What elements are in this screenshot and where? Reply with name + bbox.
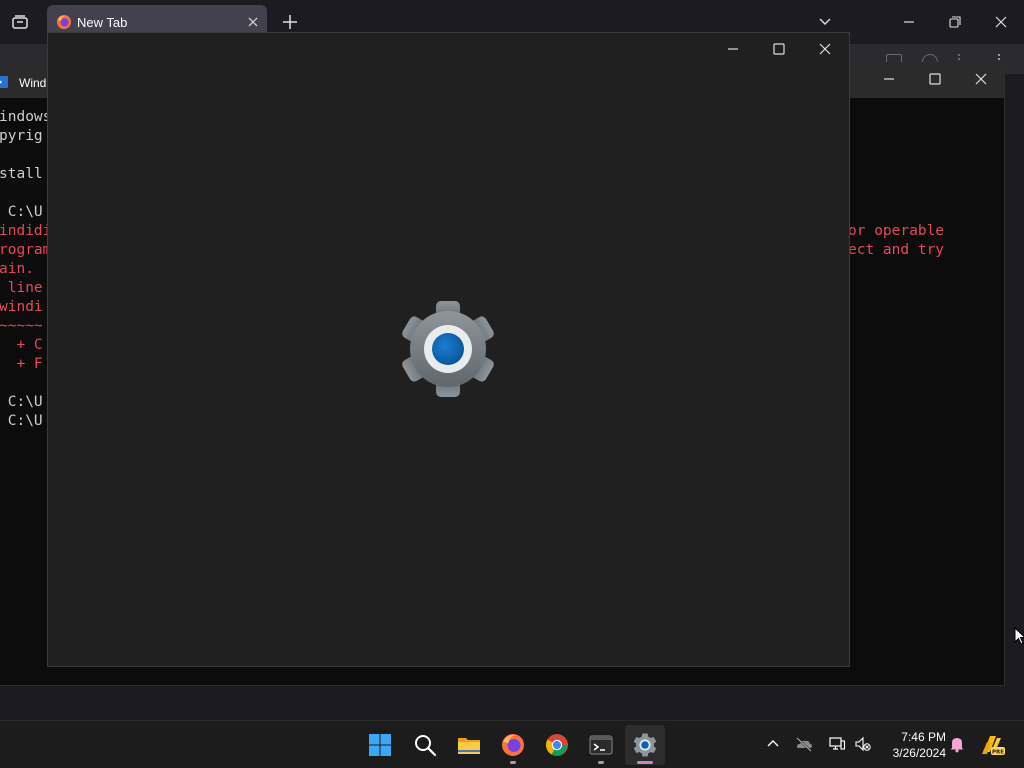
terminal-line: + C <box>0 337 43 353</box>
terminal-line-right: or operable <box>848 223 945 239</box>
taskbar: 7:46 PM 3/26/2024 PRE <box>0 720 1024 768</box>
minimize-icon <box>904 21 914 23</box>
terminal-line: C:\U <box>0 204 43 220</box>
terminal-line: stall <box>0 166 43 182</box>
settings-gear-icon <box>402 301 494 397</box>
tab-list-icon <box>12 15 28 29</box>
terminal-close-button[interactable] <box>958 62 1004 96</box>
settings-window <box>47 32 850 667</box>
network-icon[interactable] <box>828 735 846 753</box>
chrome-icon <box>546 734 568 756</box>
terminal-line: C:\U <box>0 394 43 410</box>
folder-icon <box>458 738 480 754</box>
close-tab-icon[interactable] <box>245 14 261 30</box>
terminal-line: C:\U <box>0 413 43 429</box>
clock-time: 7:46 PM <box>901 730 946 744</box>
browser-minimize-button[interactable] <box>886 0 932 44</box>
settings-button[interactable] <box>625 725 665 765</box>
volume-muted-icon[interactable] <box>854 735 872 753</box>
minimize-icon <box>728 48 738 50</box>
terminal-minimize-button[interactable] <box>866 62 912 96</box>
search-icon <box>415 735 437 757</box>
gear-icon <box>633 733 657 757</box>
terminal-maximize-button[interactable] <box>912 62 958 96</box>
maximize-icon <box>929 73 941 85</box>
restore-icon <box>949 16 961 28</box>
copilot-icon[interactable]: PRE <box>979 732 1005 758</box>
running-indicator <box>598 761 604 764</box>
terminal-line-right: ect and try <box>848 242 945 258</box>
new-tab-button[interactable] <box>280 12 300 32</box>
search-button[interactable] <box>405 725 445 765</box>
clock-date: 3/26/2024 <box>892 746 946 760</box>
terminal-icon <box>589 735 613 755</box>
terminal-line: windi <box>0 299 43 315</box>
bell-icon[interactable] <box>948 735 966 753</box>
close-icon <box>819 43 831 55</box>
terminal-line: indows <box>0 109 52 125</box>
tab-title: New Tab <box>77 15 128 30</box>
windows-logo-icon <box>369 734 391 756</box>
list-all-tabs-button[interactable] <box>8 10 32 34</box>
terminal-title: Wind <box>19 76 47 90</box>
terminal-line: ain. <box>0 261 34 277</box>
start-button[interactable] <box>360 725 400 765</box>
maximize-icon <box>773 43 785 55</box>
running-indicator <box>637 761 653 764</box>
onedrive-icon[interactable] <box>795 735 813 753</box>
chevron-up-icon[interactable] <box>764 735 782 753</box>
settings-minimize-button[interactable] <box>710 33 756 65</box>
copilot-badge: PRE <box>992 749 1004 755</box>
terminal-line: line <box>0 280 43 296</box>
running-indicator <box>510 761 516 764</box>
firefox-icon <box>57 15 71 29</box>
terminal-line: indidi <box>0 223 52 239</box>
terminal-line: ~~~~~ <box>0 318 43 334</box>
clock[interactable]: 7:46 PM 3/26/2024 <box>880 729 946 761</box>
powershell-icon <box>0 76 8 88</box>
terminal-button[interactable] <box>581 725 621 765</box>
terminal-line: + F <box>0 356 43 372</box>
terminal-line: pyrig <box>0 128 43 144</box>
file-explorer-button[interactable] <box>449 725 489 765</box>
minimize-icon <box>884 78 894 80</box>
terminal-line: rogram <box>0 242 52 258</box>
firefox-button[interactable] <box>493 725 533 765</box>
chrome-button[interactable] <box>537 725 577 765</box>
browser-close-button[interactable] <box>978 0 1024 44</box>
settings-close-button[interactable] <box>802 33 848 65</box>
browser-restore-button[interactable] <box>932 0 978 44</box>
firefox-icon <box>502 734 524 756</box>
browser-bottom-area <box>0 686 1024 720</box>
close-icon <box>995 16 1007 28</box>
settings-maximize-button[interactable] <box>756 33 802 65</box>
close-icon <box>975 73 987 85</box>
mouse-cursor-icon <box>1014 627 1024 645</box>
